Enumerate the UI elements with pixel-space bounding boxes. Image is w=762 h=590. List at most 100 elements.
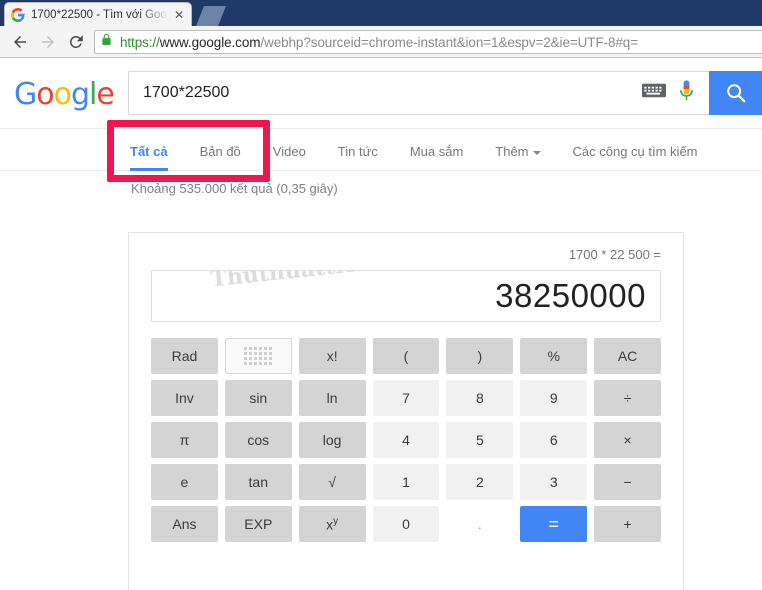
google-logo[interactable]: Google [14,77,115,112]
calculator-expression: 1700 * 22 500 = [568,247,661,262]
digit-3-key[interactable]: 3 [520,464,588,500]
forward-arrow-icon [34,28,62,56]
tab-label: Video [272,144,306,159]
back-arrow-icon[interactable] [6,28,34,56]
tab-cac-cong-cu-tim-kiem[interactable]: Các công cụ tìm kiếm [573,144,698,170]
keypad-grid-icon-key[interactable] [224,338,292,374]
equals-key[interactable]: = [520,506,588,542]
search-input[interactable] [129,84,642,102]
key-label: Inv [175,390,194,406]
key-label: 5 [475,432,484,448]
key-label: × [623,432,632,448]
tab-tin-tuc[interactable]: Tin tức [338,144,378,170]
rad-key[interactable]: Rad [151,338,218,374]
euler-key[interactable]: e [151,464,218,500]
tan-key[interactable]: tan [224,464,292,500]
tab-mua-sam[interactable]: Mua sắm [410,144,463,170]
add-key[interactable]: + [594,506,661,542]
digit-9-key[interactable]: 9 [520,380,588,416]
digit-1-key[interactable]: 1 [372,464,440,500]
open-paren-key[interactable]: ( [372,338,440,374]
microphone-icon[interactable] [678,79,696,108]
key-label: ÷ [623,390,632,406]
percent-key[interactable]: % [520,338,588,374]
result-stats: Khoảng 535.000 kết quả (0,35 giây) [131,181,338,196]
tab-label: Tin tức [337,144,378,159]
key-label: sin [249,390,268,406]
answer-key[interactable]: Ans [151,506,218,542]
cos-key[interactable]: cos [224,422,292,458]
digit-7-key[interactable]: 7 [372,380,440,416]
watermark: Thuthuattienich.com [152,271,550,301]
all-clear-key[interactable]: AC [594,338,661,374]
power-key[interactable]: xy [298,506,366,542]
sqrt-key[interactable]: √ [298,464,366,500]
key-label: e [180,474,189,490]
decimal-point-key[interactable]: . [446,506,513,542]
calculator-result: 38250000 [495,277,646,314]
key-label: + [623,516,632,532]
digit-5-key[interactable]: 5 [446,422,514,458]
key-label: 1 [402,474,410,490]
search-nav-tabs: Tất cả Bản đồ Video Tin tức Mua sắm Thêm… [0,129,762,171]
calculator-display[interactable]: Thuthuattienich.com 38250000 [151,270,661,322]
tab-label: Thêm [495,144,529,159]
key-label: log [322,432,342,448]
tab-them[interactable]: Thêm [495,144,541,170]
ln-key[interactable]: ln [298,380,366,416]
factorial-key[interactable]: x! [298,338,366,374]
multiply-key[interactable]: × [594,422,661,458]
digit-8-key[interactable]: 8 [446,380,514,416]
key-label: tan [248,474,268,490]
digit-2-key[interactable]: 2 [446,464,514,500]
address-bar[interactable]: https://www.google.com/webhp?sourceid=ch… [94,30,762,54]
key-label: ) [477,348,483,364]
browser-window: 1700*22500 - Tìm với Goo ✕ https://www.g… [0,0,762,590]
logo-letter: G [14,77,37,112]
key-label: ( [403,348,409,364]
key-label: 6 [549,432,558,448]
keyboard-icon[interactable] [642,83,668,103]
logo-letter: g [70,77,90,112]
subtract-key[interactable]: − [594,464,661,500]
url-host: www.google.com [159,34,261,50]
digit-0-key[interactable]: 0 [372,506,440,542]
close-tab-icon[interactable]: ✕ [173,9,185,21]
key-label: . [477,516,482,532]
calculator-keypad: Rad x! ()% AC Inv sin ln 7 8 9 ÷ π cos log 4 5 6 × e tan √ 1 2… [151,338,661,542]
logo-letter: e [96,77,114,112]
pi-key[interactable]: π [151,422,218,458]
search-button[interactable] [709,71,762,115]
log-key[interactable]: log [298,422,366,458]
key-label: xy [326,515,339,533]
sin-key[interactable]: sin [224,380,292,416]
logo-letter: o [53,77,72,112]
lock-icon [101,33,114,51]
url-scheme: https:// [120,34,160,50]
logo-letter: o [36,77,54,112]
url-text: https://www.google.com/webhp?sourceid=ch… [120,35,638,50]
key-label: ln [326,390,338,406]
tab-label: Mua sắm [409,144,464,159]
new-tab-button[interactable] [196,6,226,26]
search-header: Google [0,59,762,182]
digit-4-key[interactable]: 4 [372,422,440,458]
divide-key[interactable]: ÷ [594,380,661,416]
digit-6-key[interactable]: 6 [520,422,588,458]
key-label: 9 [549,390,558,406]
key-label: % [547,348,560,364]
key-label: 0 [402,516,410,532]
key-label: Rad [171,348,198,364]
close-paren-key[interactable]: ) [446,338,514,374]
tab-video[interactable]: Video [273,144,306,170]
key-label: Ans [172,516,197,532]
reload-icon[interactable] [62,28,90,56]
grid-dots-icon [244,347,273,365]
tab-ban-do[interactable]: Bản đồ [200,144,241,170]
inverse-key[interactable]: Inv [151,380,218,416]
tab-tat-ca[interactable]: Tất cả [130,144,168,171]
exponent-key[interactable]: EXP [224,506,292,542]
tab-strip: 1700*22500 - Tìm với Goo ✕ [0,0,762,26]
key-label: π [179,432,190,448]
browser-tab[interactable]: 1700*22500 - Tìm với Goo ✕ [4,2,192,26]
